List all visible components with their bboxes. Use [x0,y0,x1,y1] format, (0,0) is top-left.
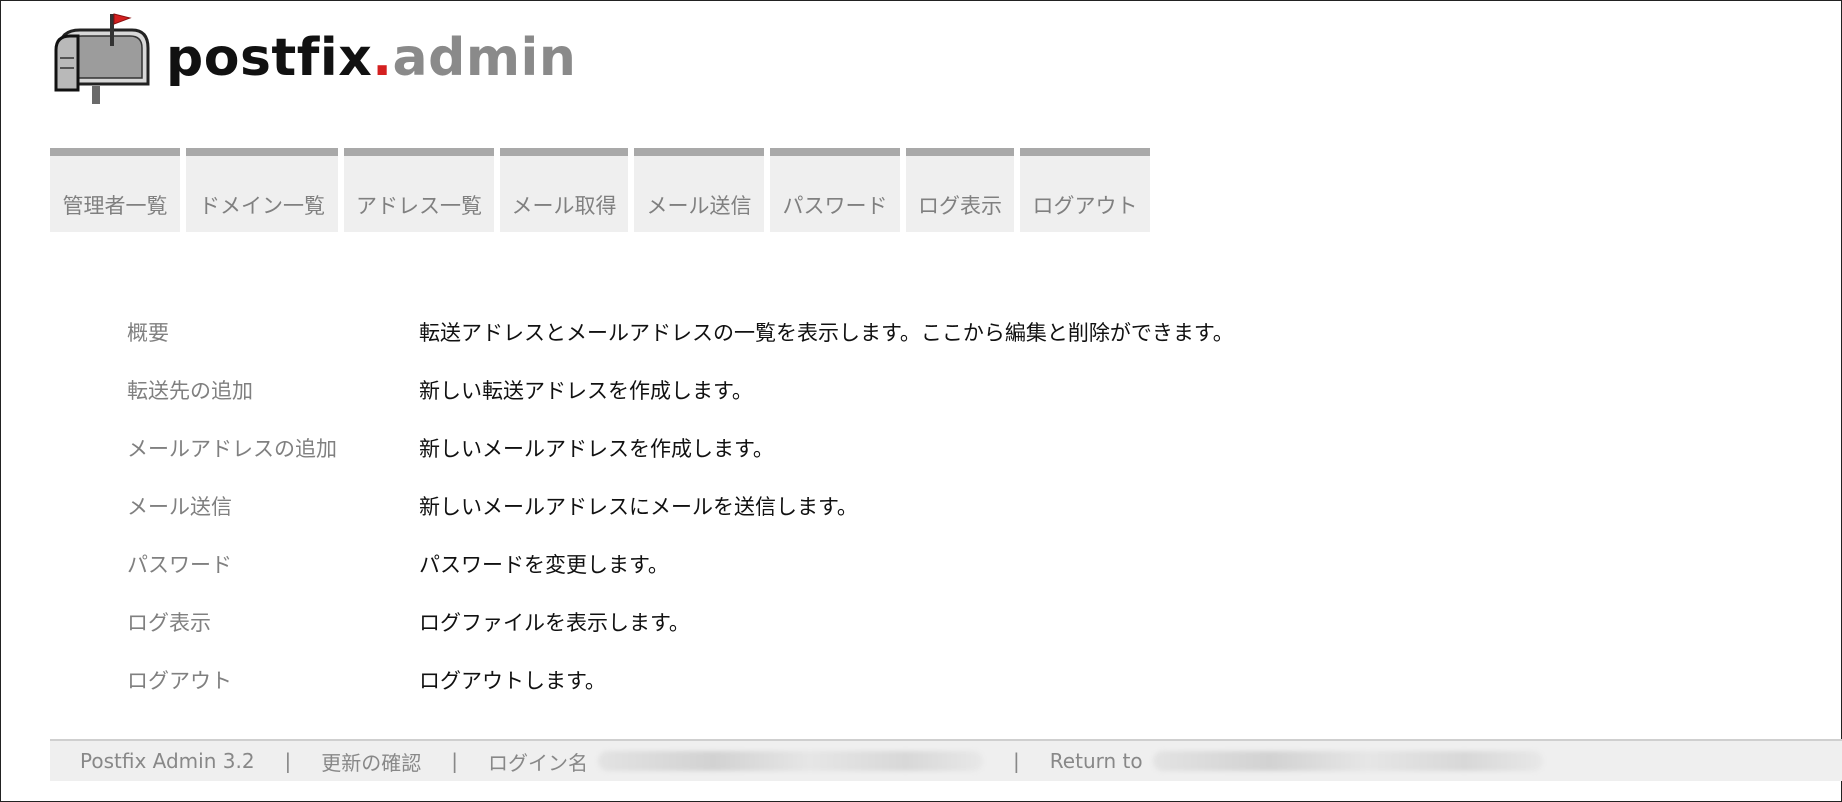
return-url-redacted[interactable] [1152,751,1543,771]
nav-password[interactable]: パスワード [770,148,900,232]
logo[interactable]: postfix.admin [52,8,576,108]
list-item: 転送先の追加 新しい転送アドレスを作成します。 [127,361,1234,419]
nav-domain-list[interactable]: ドメイン一覧 [186,148,338,232]
list-item: ログアウト ログアウトします。 [127,651,1234,709]
nav-fetch-mail[interactable]: メール取得 [500,148,628,232]
description-text: ログファイルを表示します。 [419,611,690,635]
link-add-mailbox[interactable]: メールアドレスの追加 [127,433,419,463]
description-text: 新しいメールアドレスにメールを送信します。 [419,495,858,519]
logo-wordmark: postfix.admin [166,32,576,84]
description-text: 新しい転送アドレスを作成します。 [419,379,753,403]
login-name-redacted [598,751,984,771]
nav-logout[interactable]: ログアウト [1020,148,1150,232]
description-text: 新しいメールアドレスを作成します。 [419,437,774,461]
check-updates-link[interactable]: 更新の確認 [321,747,421,776]
link-view-log[interactable]: ログ表示 [127,607,419,637]
main-nav: 管理者一覧 ドメイン一覧 アドレス一覧 メール取得 メール送信 パスワード ログ… [50,148,1150,232]
login-name-label: ログイン名 [488,750,589,775]
link-add-alias[interactable]: 転送先の追加 [127,375,419,405]
footer-separator: | [284,749,292,773]
return-to-link[interactable]: Return to [1050,749,1143,773]
description-text: ログアウトします。 [419,669,606,693]
description-text: パスワードを変更します。 [419,553,669,577]
logo-word-admin: admin [392,28,577,88]
list-item: メールアドレスの追加 新しいメールアドレスを作成します。 [127,419,1234,477]
footer: Postfix Admin 3.2 | 更新の確認 | ログイン名 | Retu… [50,739,1842,781]
link-overview[interactable]: 概要 [127,317,419,347]
list-item: パスワード パスワードを変更します。 [127,535,1234,593]
footer-separator: | [1013,749,1020,773]
nav-admin-list[interactable]: 管理者一覧 [50,148,180,232]
mailbox-icon [54,13,150,104]
link-logout[interactable]: ログアウト [127,665,419,695]
list-item: 概要 転送アドレスとメールアドレスの一覧を表示します。ここから編集と削除ができま… [127,303,1234,361]
version-link[interactable]: Postfix Admin 3.2 [80,749,255,773]
logo-word-postfix: postfix [166,28,373,88]
link-password[interactable]: パスワード [127,549,419,579]
nav-send-mail[interactable]: メール送信 [634,148,764,232]
logo-dot: . [372,28,393,88]
link-send-mail[interactable]: メール送信 [127,491,419,521]
list-item: ログ表示 ログファイルを表示します。 [127,593,1234,651]
nav-view-log[interactable]: ログ表示 [906,148,1014,232]
list-item: メール送信 新しいメールアドレスにメールを送信します。 [127,477,1234,535]
menu-description-list: 概要 転送アドレスとメールアドレスの一覧を表示します。ここから編集と削除ができま… [127,303,1234,709]
footer-separator: | [451,749,459,773]
nav-address-list[interactable]: アドレス一覧 [344,148,494,232]
description-text: 転送アドレスとメールアドレスの一覧を表示します。ここから編集と削除ができます。 [419,321,1234,345]
